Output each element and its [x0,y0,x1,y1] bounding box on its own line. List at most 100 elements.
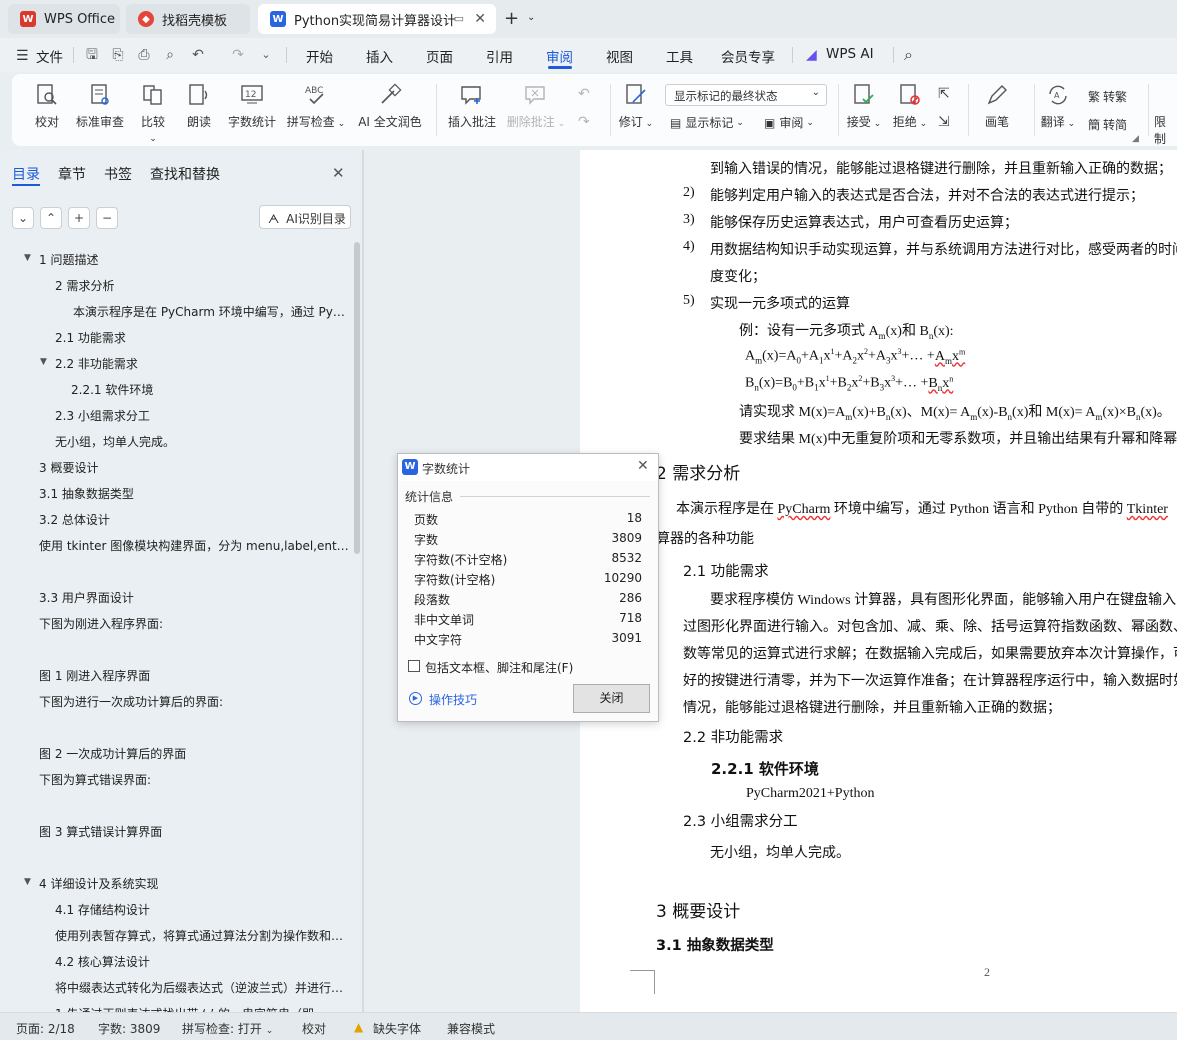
print-preview-icon[interactable]: ⌕ [162,47,178,63]
ai-polish-button[interactable]: AI 全文润色 [356,82,424,130]
menu-view[interactable]: 视图 [606,46,633,66]
hamburger-menu-icon[interactable]: ☰ [16,48,29,64]
pen-button[interactable]: 画笔 [982,82,1012,130]
reject-button[interactable]: 拒绝 ⌄ [892,82,928,130]
close-icon[interactable]: ✕ [474,11,486,27]
new-tab-plus-icon[interactable]: + [504,8,519,29]
nav-tab-find-replace[interactable]: 查找和替换 [150,164,220,184]
show-markup-button[interactable]: ▤ 显示标记 ⌄ [670,114,744,131]
insert-comment-button[interactable]: 插入批注 [446,82,498,130]
undo-icon[interactable]: ↶ [190,47,206,63]
toc-item[interactable]: 下图为算式错误界面: [39,771,151,788]
spell-check-button[interactable]: ABC 拼写检查 ⌄ [286,82,346,130]
next-comment-icon[interactable]: ↷ [578,114,590,130]
toc-item[interactable]: 3.3 用户界面设计 [39,589,134,606]
save-icon[interactable]: 🖫 [84,47,100,63]
toc-item[interactable]: 4 详细设计及系统实现 [39,875,158,892]
include-textbox-checkbox[interactable] [408,660,420,672]
print-icon[interactable]: ⎙ [136,47,152,63]
toc-item[interactable]: 2.3 小组需求分工 [55,407,150,424]
menu-reference[interactable]: 引用 [486,46,513,66]
add-heading-icon[interactable]: + [68,207,90,229]
delete-comment-button[interactable]: 删除批注 ⌄ [506,82,566,130]
export-icon[interactable]: ⎘ [110,47,126,63]
caret-down-icon[interactable]: ▼ [40,357,47,367]
tab-current-document[interactable]: W Python实现简易计算器设计 ▭ ✕ [258,4,496,34]
close-panel-icon[interactable]: ✕ [332,164,345,182]
caret-down-icon[interactable]: ▼ [24,253,31,263]
translate-button[interactable]: A 翻译 ⌄ [1040,82,1076,130]
menu-tools[interactable]: 工具 [666,46,693,66]
toc-item[interactable]: 图 1 刚进入程序界面 [39,667,150,684]
status-missing-font[interactable]: 缺失字体 [373,1020,421,1037]
toc-item[interactable]: 4.1 存储结构设计 [55,901,150,918]
redo-icon[interactable]: ↷ [230,47,246,63]
toc-item[interactable]: 3.2 总体设计 [39,511,110,528]
divider [1034,84,1035,136]
toc-item[interactable]: 2.2.1 软件环境 [71,381,153,398]
toc-item[interactable]: 下图为刚进入程序界面: [39,615,163,632]
toc-item[interactable]: 3.1 抽象数据类型 [39,485,134,502]
menu-wps-ai[interactable]: WPS AI [826,46,874,62]
accept-button[interactable]: 接受 ⌄ [846,82,882,130]
search-icon[interactable]: ⌕ [904,45,913,65]
toc-item[interactable]: 使用列表暂存算式，将算式通过算法分割为操作数和… [55,927,343,944]
to-simplified-button[interactable]: 簡 转简 [1088,116,1127,133]
toc-item[interactable]: 3 概要设计 [39,459,98,476]
track-changes-button[interactable]: 修订 ⌄ [618,82,654,130]
markup-mode-select[interactable]: 显示标记的最终状态 ⌄ [665,84,827,106]
toc-item[interactable]: 1 问题描述 [39,251,98,268]
status-spell-check[interactable]: 拼写检查: 打开 ⌄ [182,1020,273,1037]
caret-down-icon[interactable]: ▼ [24,877,31,887]
toc-item[interactable]: 本演示程序是在 PyCharm 环境中编写，通过 Py… [73,303,345,320]
close-icon[interactable]: ✕ [637,458,649,474]
review-pane-button[interactable]: ▣ 审阅 ⌄ [764,114,814,131]
tips-link[interactable]: 操作技巧 [429,691,477,708]
toc-item[interactable]: 使用 tkinter 图像模块构建界面，分为 menu,label,ent… [39,537,349,554]
status-proofread[interactable]: 校对 [302,1020,326,1037]
nav-tab-sections[interactable]: 章节 [58,164,86,184]
menu-member[interactable]: 会员专享 [721,46,775,66]
toc-item[interactable]: 图 3 算式错误计算界面 [39,823,162,840]
standard-review-button[interactable]: 标准审查 [74,82,126,130]
ribbon-collapse-icon[interactable]: ◢ [1132,134,1139,144]
nav-scrollbar[interactable] [354,242,360,554]
collapse-all-icon[interactable]: ⌃ [40,207,62,229]
previous-change-icon[interactable]: ⇱ [938,86,950,102]
remove-heading-icon[interactable]: − [96,207,118,229]
menu-insert[interactable]: 插入 [366,46,393,66]
toc-item[interactable]: 图 2 一次成功计算后的界面 [39,745,186,762]
restrict-editing-button[interactable]: 限制 [1154,82,1176,147]
toc-item[interactable]: 2 需求分析 [55,277,114,294]
word-count-button[interactable]: 12 字数统计 [226,82,278,130]
menu-start[interactable]: 开始 [306,46,333,66]
document-page[interactable]: 到输入错误的情况，能够能过退格键进行删除，并且重新输入正确的数据； 2) 能够判… [580,150,1177,1012]
tab-docer-templates[interactable]: ◆ 找稻壳模板 [126,4,250,34]
dialog-title-bar[interactable]: W 字数统计 ✕ [398,454,658,481]
to-traditional-button[interactable]: 繁 转繁 [1088,88,1127,105]
nav-tab-toc[interactable]: 目录 [12,164,40,184]
toc-item[interactable]: 将中缀表达式转化为后缀表达式（逆波兰式）并进行… [55,979,343,996]
previous-comment-icon[interactable]: ↶ [578,86,590,102]
toc-item[interactable]: 下图为进行一次成功计算后的界面: [39,693,223,710]
compare-button[interactable]: 比较 ⌄ [136,82,170,144]
ai-toc-button[interactable]: ᗅ AI识别目录 [259,205,351,229]
status-word-count[interactable]: 字数: 3809 [98,1020,160,1037]
status-page[interactable]: 页面: 2/18 [16,1020,75,1037]
read-aloud-button[interactable]: 朗读 [184,82,214,130]
quick-access-more-icon[interactable]: ⌄ [258,47,274,63]
close-dialog-button[interactable]: 关闭 [573,684,650,713]
menu-page[interactable]: 页面 [426,46,453,66]
proofread-button[interactable]: 校对 [32,82,62,130]
next-change-icon[interactable]: ⇲ [938,114,950,130]
chevron-down-icon[interactable]: ⌄ [527,12,535,23]
nav-tab-bookmarks[interactable]: 书签 [104,164,132,184]
toc-item[interactable]: 无小组，均单人完成。 [55,433,175,450]
toc-item[interactable]: 2.1 功能需求 [55,329,126,346]
menu-review[interactable]: 审阅 [546,46,573,66]
toc-item[interactable]: 2.2 非功能需求 [55,355,138,372]
expand-all-icon[interactable]: ⌄ [12,207,34,229]
menu-file[interactable]: 文件 [36,46,63,66]
tab-wps-office[interactable]: W WPS Office [8,4,120,34]
toc-item[interactable]: 4.2 核心算法设计 [55,953,150,970]
